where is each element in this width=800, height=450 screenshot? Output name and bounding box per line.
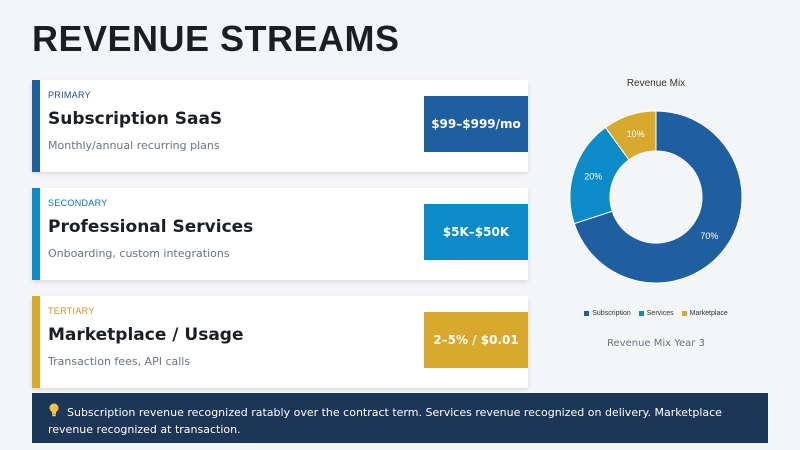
legend-label: Subscription bbox=[592, 310, 631, 317]
stream-card-secondary: SECONDARY Professional Services Onboardi… bbox=[32, 188, 528, 280]
chart-legend: Subscription Services Marketplace bbox=[548, 310, 764, 317]
legend-item-subscription: Subscription bbox=[584, 310, 631, 317]
slide-title: REVENUE STREAMS bbox=[32, 18, 400, 59]
donut-chart-svg: 70% 20% 10% bbox=[569, 110, 743, 284]
tier-label: TERTIARY bbox=[48, 306, 95, 316]
legend-label: Marketplace bbox=[689, 310, 728, 317]
slice-label: 10% bbox=[627, 129, 645, 139]
legend-label: Services bbox=[646, 310, 674, 317]
price-badge: $5K–$50K bbox=[424, 204, 528, 260]
tier-label: SECONDARY bbox=[48, 198, 108, 208]
price-badge: 2–5% / $0.01 bbox=[424, 312, 528, 368]
revenue-mix-chart: Revenue Mix 70% 20% 10% Subscription Servic… bbox=[548, 70, 768, 360]
stream-name: Subscription SaaS bbox=[48, 109, 223, 129]
stream-name: Professional Services bbox=[48, 217, 254, 237]
price-badge: $99–$999/mo bbox=[424, 96, 528, 152]
slice-label: 20% bbox=[584, 172, 602, 182]
legend-swatch bbox=[681, 311, 687, 316]
note-banner: Subscription revenue recognized ratably … bbox=[32, 393, 768, 443]
stream-card-tertiary: TERTIARY Marketplace / Usage Transaction… bbox=[32, 296, 528, 388]
slice-label: 70% bbox=[700, 231, 718, 241]
chart-caption: Revenue Mix Year 3 bbox=[607, 338, 705, 349]
stream-description: Onboarding, custom integrations bbox=[48, 247, 230, 260]
stream-name: Marketplace / Usage bbox=[48, 325, 244, 345]
legend-item-services: Services bbox=[638, 310, 674, 317]
stream-description: Monthly/annual recurring plans bbox=[48, 139, 220, 152]
legend-swatch bbox=[584, 311, 590, 316]
stream-card-primary: PRIMARY Subscription SaaS Monthly/annual… bbox=[32, 80, 528, 172]
legend-item-marketplace: Marketplace bbox=[681, 310, 728, 317]
legend-swatch bbox=[638, 311, 644, 316]
stream-description: Transaction fees, API calls bbox=[48, 355, 191, 368]
card-accent-bar bbox=[32, 188, 40, 280]
tier-label: PRIMARY bbox=[48, 90, 91, 100]
banner-text: Subscription revenue recognized ratably … bbox=[48, 406, 722, 436]
card-accent-bar bbox=[32, 80, 40, 172]
card-accent-bar bbox=[32, 296, 40, 388]
